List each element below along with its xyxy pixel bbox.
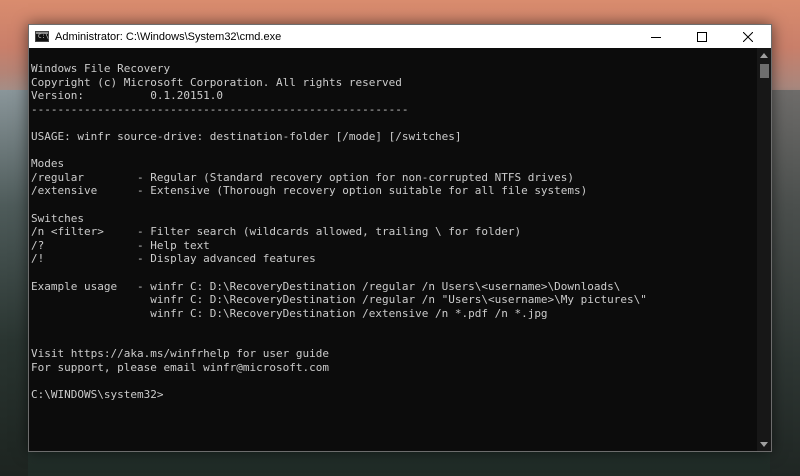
console-text: Windows File Recovery Copyright (c) Micr… — [31, 62, 647, 402]
console-line: Switches — [31, 211, 84, 225]
window-title: Administrator: C:\Windows\System32\cmd.e… — [55, 30, 282, 43]
cmd-window: C:\ Administrator: C:\Windows\System32\c… — [28, 24, 772, 452]
console-line: ----------------------------------------… — [31, 102, 409, 116]
console-line: winfr C: D:\RecoveryDestination /extensi… — [31, 306, 548, 320]
console-output[interactable]: Windows File Recovery Copyright (c) Micr… — [29, 48, 757, 451]
scroll-thumb[interactable] — [760, 64, 769, 78]
scroll-down-button[interactable] — [757, 437, 771, 451]
console-line: USAGE: winfr source-drive: destination-f… — [31, 129, 462, 143]
console-line: winfr C: D:\RecoveryDestination /regular… — [31, 293, 647, 307]
cmd-app-icon[interactable]: C:\ — [35, 31, 49, 42]
title-bar[interactable]: C:\ Administrator: C:\Windows\System32\c… — [29, 25, 771, 48]
console-line: /! - Display advanced features — [31, 252, 316, 266]
close-button[interactable] — [725, 25, 771, 48]
vertical-scrollbar[interactable] — [757, 48, 771, 451]
console-line: /extensive - Extensive (Thorough recover… — [31, 184, 588, 198]
desktop-wallpaper-left — [0, 90, 28, 476]
console-line: Modes — [31, 157, 65, 171]
maximize-button[interactable] — [679, 25, 725, 48]
scroll-down-arrow-icon — [760, 441, 768, 447]
console-line: C:\WINDOWS\system32> — [31, 388, 164, 402]
console-line: Copyright (c) Microsoft Corporation. All… — [31, 75, 402, 89]
desktop-wallpaper-right — [770, 90, 800, 476]
console-line: Example usage - winfr C: D:\RecoveryDest… — [31, 279, 621, 293]
cmd-app-icon-glyph: C:\ — [38, 33, 49, 40]
console-line: For support, please email winfr@microsof… — [31, 361, 330, 375]
close-icon — [743, 31, 753, 42]
console-line: Visit https://aka.ms/winfrhelp for user … — [31, 347, 330, 361]
console-line: /? - Help text — [31, 238, 210, 252]
console-line: Windows File Recovery — [31, 62, 171, 75]
scroll-up-button[interactable] — [757, 48, 771, 62]
scroll-up-arrow-icon — [760, 52, 768, 58]
console-line: Version: 0.1.20151.0 — [31, 89, 224, 103]
caption-buttons — [633, 25, 771, 48]
minimize-icon — [651, 36, 661, 38]
maximize-icon — [697, 31, 707, 42]
console-line: /n <filter> - Filter search (wildcards a… — [31, 225, 522, 239]
console-line: /regular - Regular (Standard recovery op… — [31, 170, 575, 184]
minimize-button[interactable] — [633, 25, 679, 48]
